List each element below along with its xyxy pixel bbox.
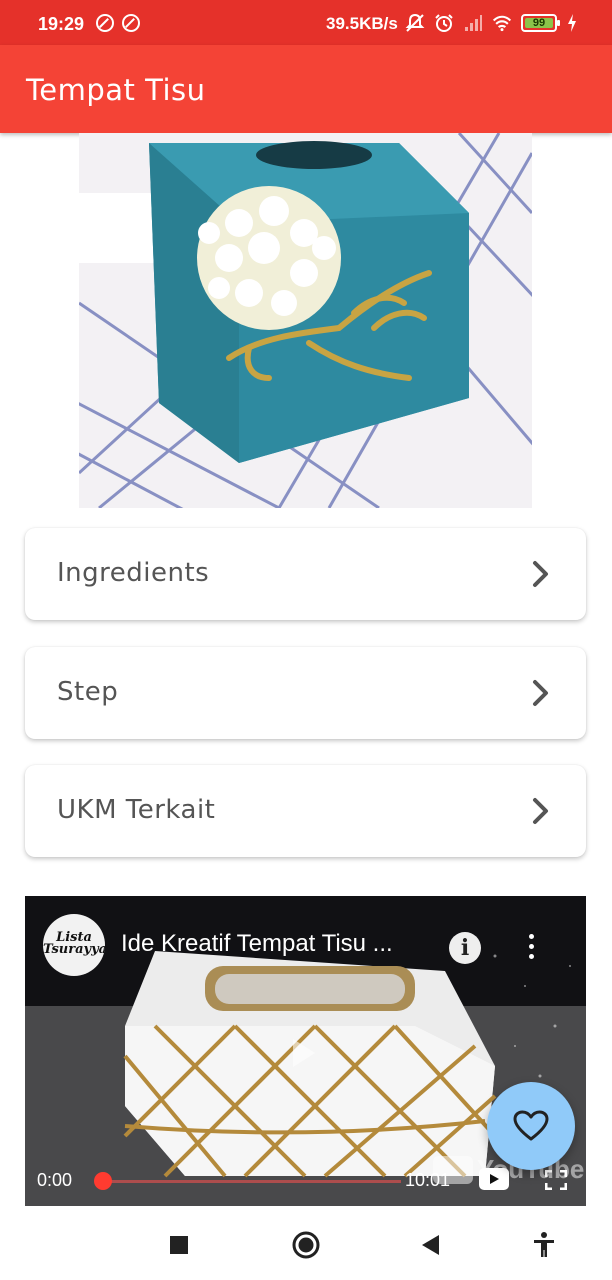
menu-item-step[interactable]: Step (25, 647, 586, 739)
accessibility-icon[interactable] (529, 1230, 559, 1260)
navigation-bar (0, 1206, 612, 1280)
home-circle-icon[interactable] (291, 1230, 321, 1260)
do-not-disturb-icon (122, 14, 140, 32)
signal-icon (465, 15, 482, 31)
more-options-icon[interactable] (525, 934, 537, 964)
battery-icon: 99 (521, 14, 560, 32)
play-icon[interactable] (293, 1039, 315, 1067)
battery-level: 99 (532, 17, 546, 29)
channel-name: Lista Tsurayya (43, 930, 105, 957)
seek-bar[interactable] (101, 1180, 401, 1183)
menu-item-ukm-terkait[interactable]: UKM Terkait (25, 765, 586, 857)
channel-avatar[interactable]: Lista Tsurayya (43, 914, 105, 976)
menu-item-ingredients[interactable]: Ingredients (25, 528, 586, 620)
menu-item-label: Step (57, 677, 119, 707)
chevron-right-icon (533, 798, 548, 824)
current-time: 0:00 (37, 1170, 73, 1190)
status-time: 19:29 (38, 14, 85, 34)
video-title[interactable]: Ide Kreatif Tempat Tisu ... (121, 930, 441, 958)
battery-tip (557, 20, 560, 26)
status-left-icons (96, 14, 140, 32)
menu-item-label: Ingredients (57, 558, 210, 588)
duration: 10:01 (405, 1170, 451, 1190)
info-icon[interactable]: i (449, 932, 481, 964)
recents-square-icon[interactable] (164, 1230, 194, 1260)
wifi-icon (492, 15, 512, 32)
network-speed: 39.5KB/s (326, 14, 398, 33)
heart-outline-icon (513, 1110, 549, 1141)
charging-icon (568, 14, 576, 32)
favorite-button[interactable] (487, 1082, 575, 1170)
status-right-icons: 99 (405, 13, 578, 33)
youtube-logo-icon[interactable] (479, 1168, 509, 1190)
chevron-right-icon (533, 680, 548, 706)
mute-icon (405, 13, 425, 32)
menu-item-label: UKM Terkait (57, 795, 216, 825)
status-bar: 19:29 39.5KB/s 99 (0, 0, 612, 45)
fullscreen-icon[interactable] (545, 1170, 567, 1190)
back-triangle-icon[interactable] (416, 1230, 446, 1260)
chevron-right-icon (533, 561, 548, 587)
page-title: Tempat Tisu (26, 73, 206, 107)
hero-image (79, 133, 532, 508)
alarm-icon (435, 14, 453, 32)
tissue-box-illustration (79, 133, 532, 508)
app-bar: Tempat Tisu (0, 45, 612, 133)
seek-thumb[interactable] (94, 1172, 112, 1190)
do-not-disturb-icon (96, 14, 114, 32)
